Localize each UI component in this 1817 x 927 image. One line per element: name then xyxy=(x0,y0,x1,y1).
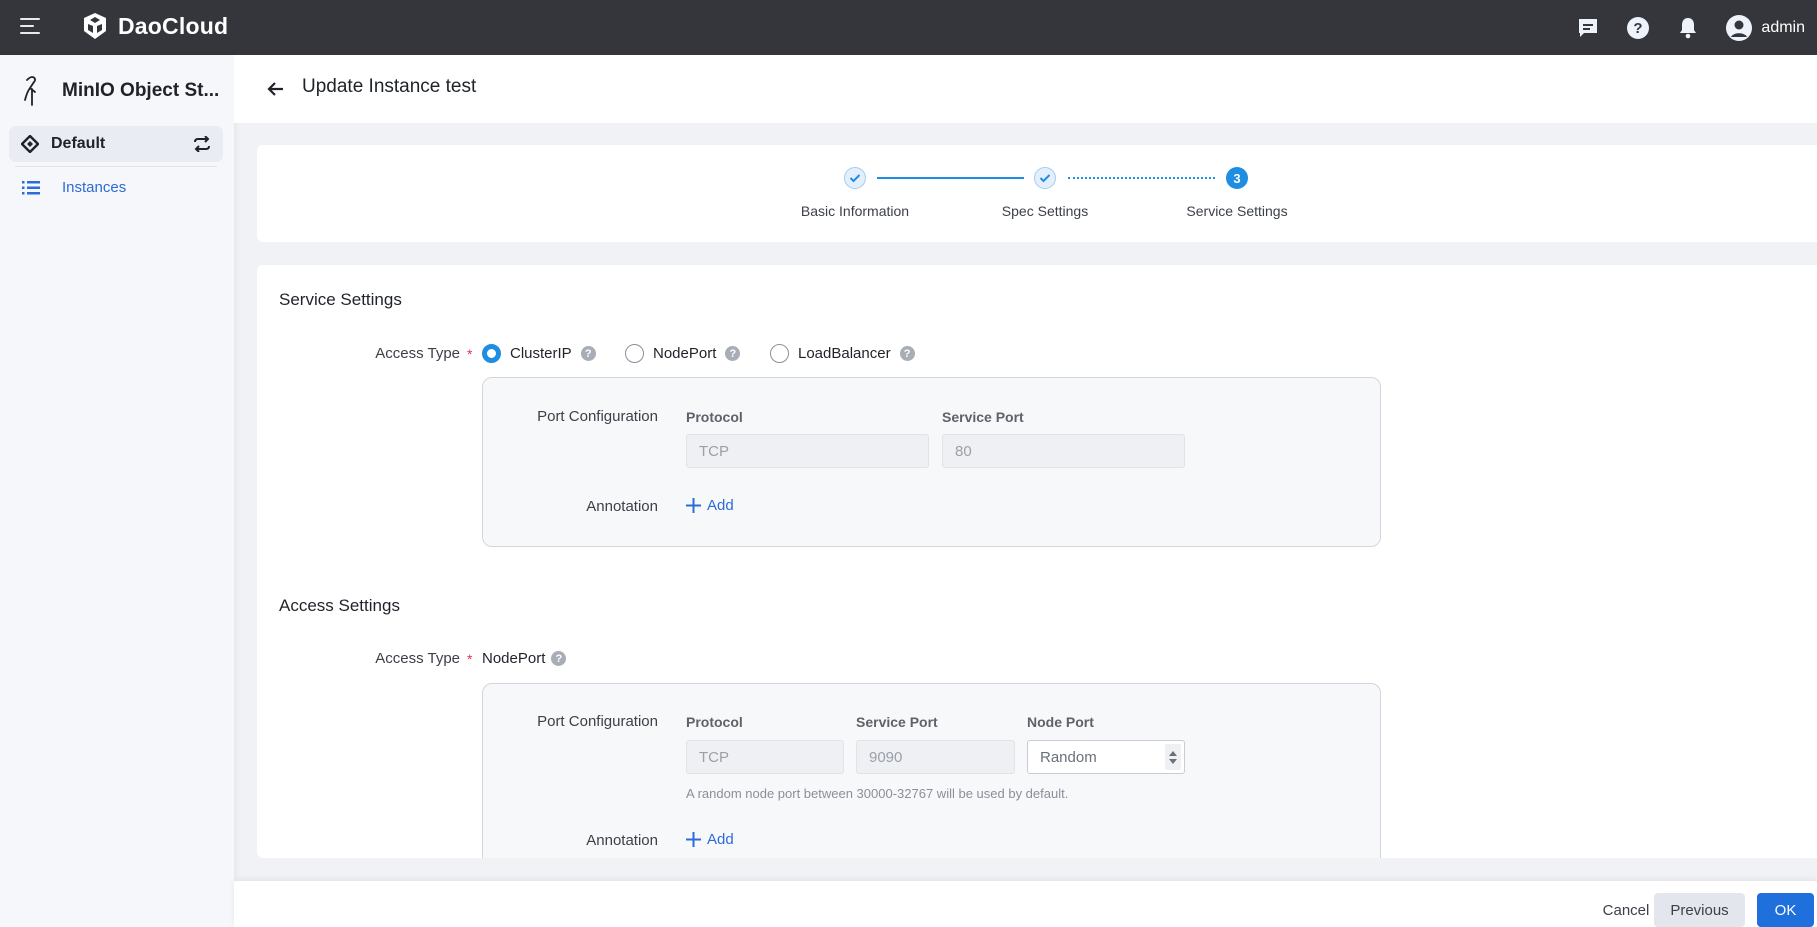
previous-button[interactable]: Previous xyxy=(1654,893,1745,927)
protocol-input: TCP xyxy=(686,434,929,468)
plus-icon xyxy=(686,498,701,513)
add-label: Add xyxy=(707,497,734,514)
help-icon[interactable]: ? xyxy=(1625,15,1651,41)
page-header: Update Instance test xyxy=(234,55,1817,123)
radio-label: ClusterIP xyxy=(510,345,572,362)
step-1-check-icon xyxy=(844,167,866,189)
port-configuration-label: Port Configuration xyxy=(458,408,658,425)
add-annotation-button[interactable]: Add xyxy=(686,497,734,514)
sidebar-divider xyxy=(15,166,217,167)
access-type-text: NodePort xyxy=(482,650,545,667)
service-settings-title: Service Settings xyxy=(279,290,402,310)
user-avatar-icon xyxy=(1725,14,1753,42)
sidebar: MinIO Object St... Default Instances xyxy=(0,55,234,927)
radio-checked-icon xyxy=(482,344,501,363)
protocol-input: TCP xyxy=(686,740,844,774)
decrement-arrow-icon[interactable] xyxy=(1169,759,1177,764)
node-port-column-header: Node Port xyxy=(1027,714,1094,730)
access-type-label: Access Type xyxy=(260,345,460,362)
service-port-column-header: Service Port xyxy=(942,409,1024,425)
radio-clusterip[interactable]: ClusterIP ? xyxy=(482,344,596,363)
node-port-placeholder: Random xyxy=(1040,749,1097,766)
radio-loadbalancer[interactable]: LoadBalancer ? xyxy=(770,344,915,363)
svg-text:?: ? xyxy=(1634,20,1643,37)
stepper: 3 Basic Information Spec Settings Servic… xyxy=(257,145,1817,242)
node-port-hint: A random node port between 30000-32767 w… xyxy=(686,786,1068,801)
back-arrow-icon[interactable] xyxy=(266,79,286,99)
step-connector-2 xyxy=(1068,177,1215,179)
menu-icon[interactable] xyxy=(20,18,42,38)
step-connector-1 xyxy=(877,177,1024,179)
increment-arrow-icon[interactable] xyxy=(1169,751,1177,756)
node-port-stepper[interactable] xyxy=(1165,744,1181,770)
service-port-input: 9090 xyxy=(856,740,1015,774)
protocol-column-header: Protocol xyxy=(686,714,743,730)
list-icon xyxy=(22,181,40,195)
bell-icon[interactable] xyxy=(1675,15,1701,41)
brand-name: DaoCloud xyxy=(118,13,228,40)
service-port-panel: Port Configuration Protocol Service Port… xyxy=(482,377,1381,547)
message-icon[interactable] xyxy=(1575,15,1601,41)
access-type-value: NodePort ? xyxy=(482,650,566,667)
service-port-column-header: Service Port xyxy=(856,714,938,730)
radio-unchecked-icon xyxy=(770,344,789,363)
port-configuration-label: Port Configuration xyxy=(458,713,658,730)
add-annotation-button[interactable]: Add xyxy=(686,831,734,848)
daocloud-logo-icon xyxy=(80,11,110,41)
required-mark: * xyxy=(467,346,472,362)
step-label-service-settings: Service Settings xyxy=(1186,203,1287,219)
access-type-label: Access Type xyxy=(260,650,460,667)
app-title-text: MinIO Object St... xyxy=(62,80,219,102)
step-label-basic-information: Basic Information xyxy=(801,203,909,219)
node-port-input[interactable]: Random xyxy=(1027,740,1185,774)
radio-unchecked-icon xyxy=(625,344,644,363)
required-mark: * xyxy=(467,651,472,667)
footer-actions: Cancel Previous OK xyxy=(234,881,1817,927)
help-icon[interactable]: ? xyxy=(551,651,566,666)
plus-icon xyxy=(686,832,701,847)
step-label-spec-settings: Spec Settings xyxy=(1002,203,1088,219)
step-3-number: 3 xyxy=(1226,167,1248,189)
switch-icon[interactable] xyxy=(193,136,211,152)
radio-label: LoadBalancer xyxy=(798,345,891,362)
workspace-name: Default xyxy=(51,135,193,153)
sidebar-item-label: Instances xyxy=(62,179,126,196)
top-navigation-bar: DaoCloud ? admin xyxy=(0,0,1817,55)
access-settings-title: Access Settings xyxy=(279,596,400,616)
protocol-column-header: Protocol xyxy=(686,409,743,425)
annotation-label: Annotation xyxy=(458,832,658,849)
page-title: Update Instance test xyxy=(302,76,476,98)
help-icon[interactable]: ? xyxy=(900,346,915,361)
minio-bird-icon xyxy=(22,75,40,107)
username: admin xyxy=(1761,19,1805,37)
step-2-check-icon xyxy=(1034,167,1056,189)
form-card: Service Settings Access Type * ClusterIP… xyxy=(257,265,1817,858)
radio-label: NodePort xyxy=(653,345,716,362)
node-port-panel: Port Configuration Protocol Service Port… xyxy=(482,683,1381,858)
help-icon[interactable]: ? xyxy=(581,346,596,361)
sidebar-item-instances[interactable]: Instances xyxy=(22,179,126,196)
workspace-switcher[interactable]: Default xyxy=(9,126,223,162)
brand-logo[interactable]: DaoCloud xyxy=(80,11,228,41)
annotation-label: Annotation xyxy=(458,498,658,515)
add-label: Add xyxy=(707,831,734,848)
app-title: MinIO Object St... xyxy=(22,75,219,107)
ok-button[interactable]: OK xyxy=(1757,893,1814,927)
service-port-input: 80 xyxy=(942,434,1185,468)
workspace-icon xyxy=(21,135,39,153)
help-icon[interactable]: ? xyxy=(725,346,740,361)
radio-nodeport[interactable]: NodePort ? xyxy=(625,344,740,363)
user-menu[interactable]: admin xyxy=(1725,14,1805,42)
